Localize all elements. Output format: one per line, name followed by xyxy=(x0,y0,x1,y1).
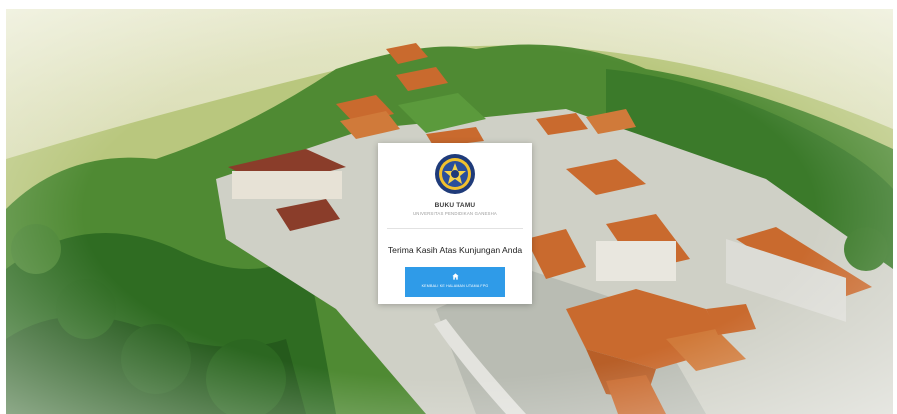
home-icon xyxy=(452,273,459,280)
back-button-label: KEMBALI KE HALAMAN UTAMA FPG xyxy=(421,284,489,288)
divider xyxy=(387,228,523,229)
back-to-home-button[interactable]: KEMBALI KE HALAMAN UTAMA FPG xyxy=(405,267,505,297)
card-title: BUKU TAMU xyxy=(434,202,476,209)
university-crest-icon xyxy=(435,154,475,194)
thank-you-message: Terima Kasih Atas Kunjungan Anda xyxy=(387,245,523,255)
card-subtitle: UNIVERSITAS PENDIDIKAN GANESHA xyxy=(413,211,497,216)
guestbook-card: BUKU TAMU UNIVERSITAS PENDIDIKAN GANESHA… xyxy=(378,143,532,304)
